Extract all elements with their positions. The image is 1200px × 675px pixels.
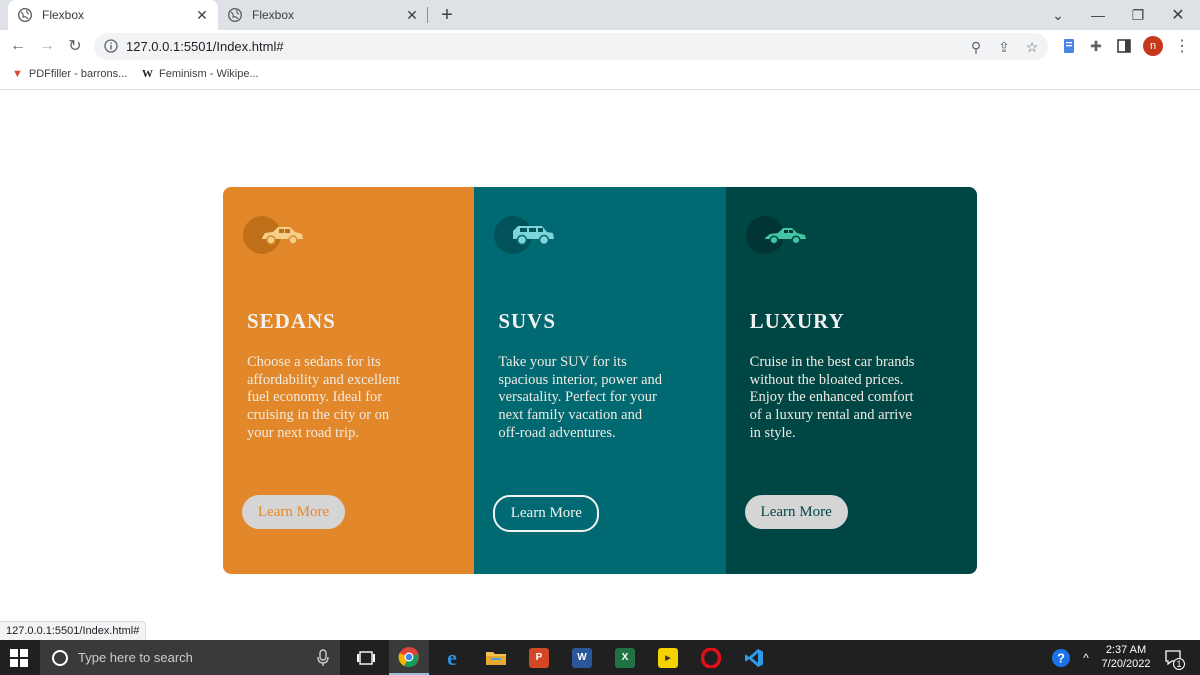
- card-description: Cruise in the best car brands without th…: [749, 354, 915, 441]
- more-menu-icon[interactable]: ⋮: [1172, 36, 1192, 56]
- tab-flexbox-1[interactable]: Flexbox ✕: [8, 0, 218, 30]
- zoom-icon[interactable]: ⚲: [966, 37, 986, 57]
- sedan-car-icon: [262, 227, 303, 245]
- info-icon[interactable]: [104, 39, 118, 53]
- card-sedans: SEDANS Choose a sedans for its affordabi…: [223, 187, 475, 574]
- svg-text:?: ?: [1057, 651, 1065, 666]
- clock-time: 2:37 AM: [1105, 644, 1147, 656]
- suv-car-icon: [513, 226, 555, 246]
- bookmark-pdffiller[interactable]: ▼ PDFfiller - barrons...: [12, 68, 127, 80]
- notification-count-badge: 1: [1173, 658, 1185, 670]
- tab-strip: Flexbox ✕ Flexbox ✕ + ⌄ — ❐ ✕: [0, 0, 1200, 30]
- opera-app-icon[interactable]: [691, 640, 731, 675]
- bookmark-feminism[interactable]: W Feminism - Wikipe...: [142, 68, 259, 80]
- card-title: SEDANS: [247, 309, 336, 333]
- learn-more-button[interactable]: Learn More: [242, 495, 345, 529]
- share-icon[interactable]: ⇪: [994, 37, 1014, 57]
- task-view-button[interactable]: [346, 640, 386, 675]
- extension-doc-icon[interactable]: [1059, 36, 1079, 56]
- card-suvs: SUVS Take your SUV for its spacious inte…: [474, 187, 726, 574]
- word-app-icon[interactable]: W: [562, 640, 602, 675]
- close-window-button[interactable]: ✕: [1158, 0, 1198, 30]
- excel-app-icon[interactable]: X: [605, 640, 645, 675]
- card-luxury: LUXURY Cruise in the best car brands wit…: [725, 187, 977, 574]
- system-clock[interactable]: 2:37 AM 7/20/2022: [1098, 643, 1154, 671]
- wikipedia-icon: W: [142, 68, 153, 80]
- globe-icon: [228, 8, 242, 22]
- learn-more-button[interactable]: Learn More: [744, 495, 848, 529]
- close-icon[interactable]: ✕: [194, 7, 210, 23]
- search-placeholder: Type here to search: [78, 650, 193, 665]
- card-title: SUVS: [498, 309, 557, 333]
- taskbar-search-box[interactable]: Type here to search: [40, 640, 340, 675]
- card-description: Choose a sedans for its affordability an…: [247, 354, 400, 441]
- profile-avatar[interactable]: n: [1143, 36, 1163, 56]
- card-description: Take your SUV for its spacious interior,…: [498, 354, 663, 441]
- powerpoint-app-icon[interactable]: P: [519, 640, 559, 675]
- chrome-app-icon[interactable]: [389, 640, 429, 675]
- forward-arrow-icon[interactable]: →: [35, 34, 59, 58]
- extensions-puzzle-icon[interactable]: ✚: [1086, 36, 1106, 56]
- globe-icon: [18, 8, 32, 22]
- windows-taskbar: Type here to search e P W X ▶ ? ^ 2:37 A…: [0, 640, 1200, 675]
- search-icon: [52, 649, 68, 666]
- browser-toolbar: ← → ↻ 127.0.0.1:5501/Index.html# ⚲ ⇪ ☆ ✚…: [0, 30, 1200, 62]
- tab-title: Flexbox: [252, 8, 295, 22]
- new-tab-button[interactable]: +: [437, 4, 457, 26]
- tab-flexbox-2[interactable]: Flexbox ✕: [218, 0, 428, 30]
- car-cards-container: SEDANS Choose a sedans for its affordabi…: [223, 187, 977, 574]
- bookmarks-bar: ▼ PDFfiller - barrons... W Feminism - Wi…: [0, 62, 1200, 90]
- side-panel-icon[interactable]: [1114, 36, 1134, 56]
- bookmark-label: Feminism - Wikipe...: [159, 68, 259, 80]
- edge-app-icon[interactable]: e: [432, 640, 472, 675]
- close-icon[interactable]: ✕: [404, 7, 420, 23]
- bookmark-label: PDFfiller - barrons...: [28, 68, 128, 80]
- url-text[interactable]: 127.0.0.1:5501/Index.html#: [126, 39, 284, 54]
- reload-icon[interactable]: ↻: [63, 34, 87, 58]
- address-bar[interactable]: 127.0.0.1:5501/Index.html# ⚲ ⇪ ☆: [94, 33, 1048, 60]
- tab-separator: [427, 7, 428, 23]
- card-title: LUXURY: [749, 309, 845, 333]
- notification-center-icon[interactable]: 1: [1163, 648, 1185, 670]
- luxury-car-icon: [764, 228, 806, 245]
- clock-date: 7/20/2022: [1101, 658, 1151, 670]
- tab-search-chevron-icon[interactable]: ⌄: [1038, 0, 1078, 30]
- vscode-app-icon[interactable]: [734, 640, 774, 675]
- windows-start-icon[interactable]: [10, 649, 28, 667]
- back-arrow-icon[interactable]: ←: [6, 34, 30, 58]
- show-hidden-icons-chevron[interactable]: ^: [1076, 648, 1096, 668]
- microphone-icon[interactable]: [316, 648, 330, 667]
- bookmark-star-icon[interactable]: ☆: [1022, 37, 1042, 57]
- status-bar-url: 127.0.0.1:5501/Index.html#: [0, 621, 147, 640]
- help-icon[interactable]: ?: [1051, 648, 1071, 668]
- player-app-icon[interactable]: ▶: [648, 640, 688, 675]
- minimize-button[interactable]: —: [1078, 0, 1118, 30]
- restore-button[interactable]: ❐: [1118, 0, 1158, 30]
- learn-more-button[interactable]: Learn More: [493, 495, 600, 532]
- pdffiller-icon: ▼: [12, 68, 23, 80]
- file-explorer-icon[interactable]: [476, 640, 516, 675]
- tab-title: Flexbox: [42, 8, 85, 22]
